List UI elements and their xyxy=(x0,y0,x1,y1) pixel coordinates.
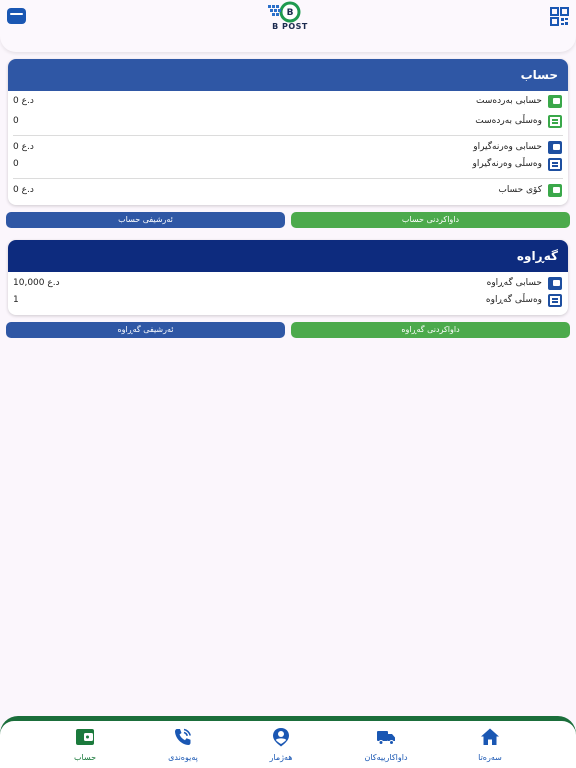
wallet-icon xyxy=(76,729,94,745)
divider xyxy=(13,178,563,179)
receipt-icon xyxy=(548,158,562,171)
truck-icon xyxy=(377,731,395,745)
row-label: وەسڵی گەڕاوە xyxy=(485,295,542,305)
nav-item-profile[interactable]: هەژمار xyxy=(233,721,329,768)
receipt-icon xyxy=(548,115,562,128)
bottom-nav: حساب پەیوەندی هەژمار داواکارییەکان سەرەت… xyxy=(0,721,576,768)
returns-card-title: گەڕاوە xyxy=(516,249,558,263)
home-icon xyxy=(481,728,499,745)
nav-label: داواکارییەکان xyxy=(364,753,408,762)
nav-item-account[interactable]: حساب xyxy=(37,721,133,768)
row-value: 10,000 د.ع xyxy=(13,278,60,288)
phone-icon xyxy=(175,728,191,745)
account-card-header: حساب xyxy=(8,59,568,91)
row-value: 0 د.ع xyxy=(13,185,34,195)
returns-row-receipts: 1 وەسڵی گەڕاوە xyxy=(8,292,568,312)
logo-text: B POST xyxy=(272,22,308,31)
receipt-icon xyxy=(548,294,562,307)
row-value: 0 د.ع xyxy=(13,96,34,106)
nav-item-contact[interactable]: پەیوەندی xyxy=(135,721,231,768)
logo-badge-letter: B xyxy=(287,8,294,18)
top-bar: B B POST xyxy=(0,0,576,52)
row-label: وەسڵی وەرنەگیراو xyxy=(472,159,543,169)
returns-card: گەڕاوە 10,000 د.ع حسابی گەڕاوە 1 وەسڵی گ… xyxy=(8,240,568,315)
qr-code-icon[interactable] xyxy=(550,7,569,26)
account-card: حساب 0 د.ع حسابی بەردەست 0 وەسڵی بەردەست… xyxy=(8,59,568,205)
row-label: حسابی بەردەست xyxy=(476,96,542,106)
divider xyxy=(13,135,563,136)
nav-label: هەژمار xyxy=(269,753,293,762)
returns-request-button[interactable]: داواکردنی گەڕاوە xyxy=(291,322,570,338)
account-request-button[interactable]: داواکردنی حساب xyxy=(291,212,570,228)
nav-label: پەیوەندی xyxy=(168,753,198,762)
row-value: 0 xyxy=(13,116,19,126)
wallet-icon xyxy=(548,277,562,290)
row-value: 1 xyxy=(13,295,19,305)
row-label: کۆی حساب xyxy=(498,185,542,195)
wallet-icon xyxy=(548,95,562,108)
row-label: وەسڵی بەردەست xyxy=(475,116,542,126)
returns-card-header: گەڕاوە xyxy=(8,240,568,272)
wallet-icon[interactable] xyxy=(7,8,26,24)
account-row-unreceived-receipts: 0 وەسڵی وەرنەگیراو xyxy=(8,156,568,176)
row-value: 0 د.ع xyxy=(13,142,34,152)
account-row-available-receipts: 0 وەسڵی بەردەست xyxy=(8,113,568,133)
row-value: 0 xyxy=(13,159,19,169)
account-card-title: حساب xyxy=(520,68,558,82)
nav-label: حساب xyxy=(73,753,97,762)
returns-archive-button[interactable]: ئەرشیفی گەڕاوە xyxy=(6,322,285,338)
account-row-available-balance: 0 د.ع حسابی بەردەست xyxy=(8,93,568,113)
wallet-icon xyxy=(548,184,562,197)
wallet-icon xyxy=(548,141,562,154)
row-label: حسابی وەرنەگیراو xyxy=(473,142,542,152)
account-archive-button[interactable]: ئەرشیفی حساب xyxy=(6,212,285,228)
nav-label: سەرەتا xyxy=(478,753,502,762)
nav-item-requests[interactable]: داواکارییەکان xyxy=(338,721,434,768)
row-label: حسابی گەڕاوە xyxy=(486,278,542,288)
account-row-total: 0 د.ع کۆی حساب xyxy=(8,182,568,202)
profile-icon xyxy=(273,728,289,747)
nav-item-home[interactable]: سەرەتا xyxy=(442,721,538,768)
